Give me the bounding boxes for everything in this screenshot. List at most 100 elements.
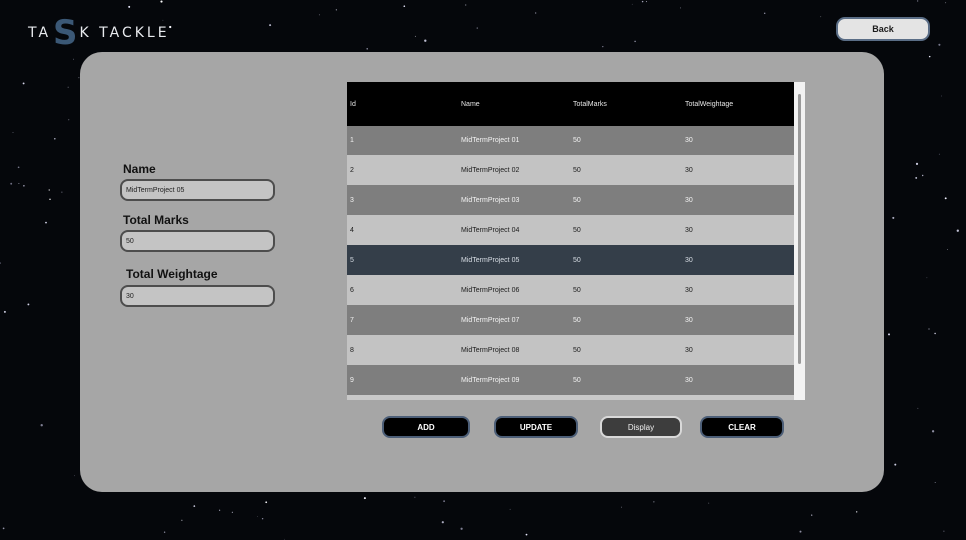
cell-name: MidTermProject 01 bbox=[461, 137, 520, 144]
table-row[interactable]: 3 MidTermProject 03 50 30 bbox=[347, 185, 794, 215]
grid-header: Id Name TotalMarks TotalWeightage bbox=[347, 82, 794, 126]
star bbox=[257, 516, 258, 517]
star bbox=[414, 496, 416, 498]
star bbox=[931, 430, 935, 433]
star bbox=[938, 43, 941, 46]
cell-marks: 50 bbox=[573, 137, 581, 144]
name-input[interactable]: MidTermProject 05 bbox=[120, 179, 275, 201]
back-button[interactable]: Back bbox=[836, 17, 930, 41]
star bbox=[645, 1, 647, 3]
star bbox=[938, 153, 940, 155]
star bbox=[414, 35, 416, 37]
cell-marks: 50 bbox=[573, 166, 581, 174]
cell-weightage: 30 bbox=[685, 256, 693, 264]
table-row[interactable]: 8 MidTermProject 08 50 30 bbox=[347, 335, 794, 365]
star bbox=[48, 189, 50, 191]
star bbox=[763, 12, 766, 15]
cell-weightage: 30 bbox=[685, 286, 693, 294]
table-row[interactable]: 5 MidTermProject 05 50 30 bbox=[347, 245, 794, 275]
star bbox=[631, 3, 633, 5]
add-button[interactable]: ADD bbox=[382, 416, 470, 438]
table-row[interactable]: 9 MidTermProject 09 50 30 bbox=[347, 365, 794, 395]
star bbox=[941, 95, 942, 97]
cell-name: MidTermProject 08 bbox=[461, 346, 520, 354]
star bbox=[74, 475, 75, 477]
cell-id: 9 bbox=[350, 376, 354, 384]
star bbox=[892, 216, 895, 219]
cell-id: 3 bbox=[350, 196, 354, 204]
cell-name: MidTermProject 05 bbox=[461, 256, 520, 264]
star bbox=[23, 184, 25, 187]
cell-weightage: 30 bbox=[685, 137, 693, 144]
star bbox=[465, 4, 467, 6]
star bbox=[3, 310, 6, 313]
cell-weightage: 30 bbox=[685, 166, 693, 174]
cell-weightage: 30 bbox=[685, 226, 693, 234]
star bbox=[887, 333, 891, 336]
star bbox=[934, 332, 936, 335]
table-row[interactable]: 1 MidTermProject 01 50 30 bbox=[347, 126, 794, 155]
cell-marks: 50 bbox=[573, 346, 581, 354]
star bbox=[193, 505, 196, 507]
star bbox=[181, 519, 183, 521]
star bbox=[0, 262, 1, 264]
star bbox=[634, 40, 636, 43]
star bbox=[922, 174, 924, 177]
star bbox=[318, 14, 320, 16]
star bbox=[894, 463, 897, 466]
star bbox=[811, 514, 813, 516]
column-header[interactable]: Id bbox=[350, 82, 356, 126]
star bbox=[10, 182, 13, 185]
star bbox=[476, 27, 478, 29]
logo-text-end: K TACKLE bbox=[79, 25, 170, 41]
cell-id: 6 bbox=[350, 286, 354, 294]
cell-id: 1 bbox=[350, 137, 354, 144]
cell-id: 7 bbox=[350, 316, 354, 324]
table-row[interactable]: 7 MidTermProject 07 50 30 bbox=[347, 305, 794, 335]
cell-marks: 50 bbox=[573, 376, 581, 384]
total-weightage-label: Total Weightage bbox=[126, 267, 218, 281]
table-row[interactable]: 4 MidTermProject 04 50 30 bbox=[347, 215, 794, 245]
star bbox=[12, 132, 14, 133]
star bbox=[335, 9, 337, 11]
column-header[interactable]: Name bbox=[461, 82, 480, 126]
update-button[interactable]: UPDATE bbox=[494, 416, 578, 438]
display-button[interactable]: Display bbox=[600, 416, 682, 438]
clear-button[interactable]: CLEAR bbox=[700, 416, 784, 438]
app-logo: TA S K TACKLE bbox=[28, 16, 170, 50]
logo-text-start: TA bbox=[28, 25, 52, 41]
star bbox=[163, 531, 166, 533]
table-row[interactable]: 6 MidTermProject 06 50 30 bbox=[347, 275, 794, 305]
star bbox=[128, 5, 131, 8]
star bbox=[443, 500, 445, 503]
column-header[interactable]: TotalWeightage bbox=[685, 82, 733, 126]
column-header[interactable]: TotalMarks bbox=[573, 82, 607, 126]
star bbox=[947, 249, 949, 250]
star bbox=[653, 501, 655, 503]
cell-id: 2 bbox=[350, 166, 354, 174]
star bbox=[49, 198, 51, 201]
star bbox=[40, 424, 43, 427]
star bbox=[820, 16, 822, 18]
star bbox=[856, 511, 858, 513]
star bbox=[265, 501, 268, 504]
cell-marks: 50 bbox=[573, 286, 581, 294]
total-weightage-input[interactable]: 30 bbox=[120, 285, 275, 307]
scrollbar-thumb[interactable] bbox=[798, 94, 801, 364]
star bbox=[366, 48, 368, 50]
star bbox=[218, 509, 221, 511]
star bbox=[926, 277, 928, 279]
table-row[interactable]: 2 MidTermProject 02 50 30 bbox=[347, 155, 794, 185]
cell-weightage: 30 bbox=[685, 346, 693, 354]
cell-id: 5 bbox=[350, 256, 354, 264]
star bbox=[956, 229, 959, 232]
star bbox=[708, 502, 710, 504]
star bbox=[45, 221, 47, 224]
star bbox=[2, 527, 5, 530]
cell-marks: 50 bbox=[573, 256, 581, 264]
grid-scrollbar[interactable] bbox=[794, 82, 805, 400]
star bbox=[943, 530, 945, 532]
total-marks-input[interactable]: 50 bbox=[120, 230, 275, 252]
cell-name: MidTermProject 07 bbox=[461, 316, 520, 324]
star bbox=[68, 119, 70, 121]
